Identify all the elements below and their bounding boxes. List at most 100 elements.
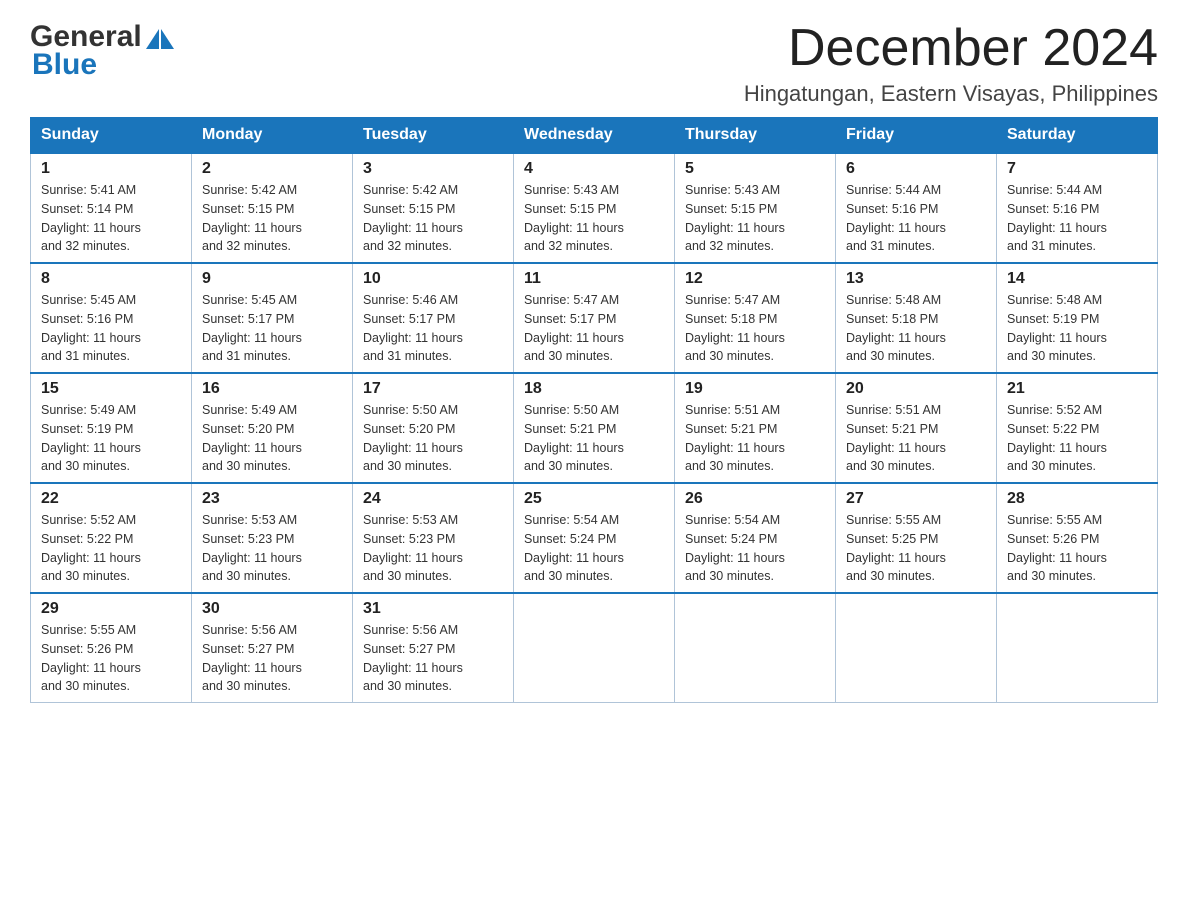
day-info: Sunrise: 5:54 AM Sunset: 5:24 PM Dayligh… <box>524 511 664 586</box>
calendar-cell: 29 Sunrise: 5:55 AM Sunset: 5:26 PM Dayl… <box>31 593 192 703</box>
day-number: 21 <box>1007 380 1147 398</box>
day-number: 1 <box>41 160 181 178</box>
day-info: Sunrise: 5:42 AM Sunset: 5:15 PM Dayligh… <box>202 181 342 256</box>
day-info: Sunrise: 5:51 AM Sunset: 5:21 PM Dayligh… <box>846 401 986 476</box>
day-info: Sunrise: 5:53 AM Sunset: 5:23 PM Dayligh… <box>363 511 503 586</box>
calendar-cell: 19 Sunrise: 5:51 AM Sunset: 5:21 PM Dayl… <box>675 373 836 483</box>
day-number: 8 <box>41 270 181 288</box>
day-info: Sunrise: 5:43 AM Sunset: 5:15 PM Dayligh… <box>685 181 825 256</box>
col-monday: Monday <box>192 118 353 154</box>
day-number: 28 <box>1007 490 1147 508</box>
calendar-cell: 17 Sunrise: 5:50 AM Sunset: 5:20 PM Dayl… <box>353 373 514 483</box>
calendar-cell: 15 Sunrise: 5:49 AM Sunset: 5:19 PM Dayl… <box>31 373 192 483</box>
day-number: 24 <box>363 490 503 508</box>
week-row: 22 Sunrise: 5:52 AM Sunset: 5:22 PM Dayl… <box>31 483 1158 593</box>
calendar-cell: 26 Sunrise: 5:54 AM Sunset: 5:24 PM Dayl… <box>675 483 836 593</box>
col-thursday: Thursday <box>675 118 836 154</box>
day-info: Sunrise: 5:52 AM Sunset: 5:22 PM Dayligh… <box>41 511 181 586</box>
day-number: 23 <box>202 490 342 508</box>
day-info: Sunrise: 5:48 AM Sunset: 5:19 PM Dayligh… <box>1007 291 1147 366</box>
day-info: Sunrise: 5:47 AM Sunset: 5:17 PM Dayligh… <box>524 291 664 366</box>
day-info: Sunrise: 5:50 AM Sunset: 5:21 PM Dayligh… <box>524 401 664 476</box>
day-info: Sunrise: 5:44 AM Sunset: 5:16 PM Dayligh… <box>846 181 986 256</box>
day-number: 19 <box>685 380 825 398</box>
day-info: Sunrise: 5:48 AM Sunset: 5:18 PM Dayligh… <box>846 291 986 366</box>
day-number: 6 <box>846 160 986 178</box>
calendar-cell: 13 Sunrise: 5:48 AM Sunset: 5:18 PM Dayl… <box>836 263 997 373</box>
day-number: 20 <box>846 380 986 398</box>
title-section: December 2024 Hingatungan, Eastern Visay… <box>744 20 1158 107</box>
day-number: 18 <box>524 380 664 398</box>
logo: General Blue <box>30 20 174 80</box>
calendar-cell: 16 Sunrise: 5:49 AM Sunset: 5:20 PM Dayl… <box>192 373 353 483</box>
day-number: 4 <box>524 160 664 178</box>
day-info: Sunrise: 5:45 AM Sunset: 5:16 PM Dayligh… <box>41 291 181 366</box>
day-info: Sunrise: 5:49 AM Sunset: 5:19 PM Dayligh… <box>41 401 181 476</box>
col-sunday: Sunday <box>31 118 192 154</box>
day-number: 29 <box>41 600 181 618</box>
day-number: 25 <box>524 490 664 508</box>
day-number: 12 <box>685 270 825 288</box>
day-number: 3 <box>363 160 503 178</box>
day-info: Sunrise: 5:46 AM Sunset: 5:17 PM Dayligh… <box>363 291 503 366</box>
day-number: 15 <box>41 380 181 398</box>
calendar-cell: 24 Sunrise: 5:53 AM Sunset: 5:23 PM Dayl… <box>353 483 514 593</box>
day-info: Sunrise: 5:56 AM Sunset: 5:27 PM Dayligh… <box>363 621 503 696</box>
day-number: 14 <box>1007 270 1147 288</box>
calendar-cell: 2 Sunrise: 5:42 AM Sunset: 5:15 PM Dayli… <box>192 153 353 263</box>
col-saturday: Saturday <box>997 118 1158 154</box>
calendar-cell: 31 Sunrise: 5:56 AM Sunset: 5:27 PM Dayl… <box>353 593 514 703</box>
col-wednesday: Wednesday <box>514 118 675 154</box>
logo-blue-text: Blue <box>30 50 174 80</box>
calendar-cell: 10 Sunrise: 5:46 AM Sunset: 5:17 PM Dayl… <box>353 263 514 373</box>
calendar-cell: 14 Sunrise: 5:48 AM Sunset: 5:19 PM Dayl… <box>997 263 1158 373</box>
day-info: Sunrise: 5:44 AM Sunset: 5:16 PM Dayligh… <box>1007 181 1147 256</box>
calendar-cell <box>997 593 1158 703</box>
calendar-cell: 6 Sunrise: 5:44 AM Sunset: 5:16 PM Dayli… <box>836 153 997 263</box>
calendar-cell: 28 Sunrise: 5:55 AM Sunset: 5:26 PM Dayl… <box>997 483 1158 593</box>
calendar-cell: 27 Sunrise: 5:55 AM Sunset: 5:25 PM Dayl… <box>836 483 997 593</box>
col-tuesday: Tuesday <box>353 118 514 154</box>
day-number: 30 <box>202 600 342 618</box>
location-title: Hingatungan, Eastern Visayas, Philippine… <box>744 81 1158 107</box>
day-info: Sunrise: 5:51 AM Sunset: 5:21 PM Dayligh… <box>685 401 825 476</box>
day-number: 10 <box>363 270 503 288</box>
page-header: General Blue December 2024 Hingatungan, … <box>30 20 1158 107</box>
calendar-cell: 8 Sunrise: 5:45 AM Sunset: 5:16 PM Dayli… <box>31 263 192 373</box>
calendar-cell: 20 Sunrise: 5:51 AM Sunset: 5:21 PM Dayl… <box>836 373 997 483</box>
week-row: 15 Sunrise: 5:49 AM Sunset: 5:19 PM Dayl… <box>31 373 1158 483</box>
day-number: 17 <box>363 380 503 398</box>
day-number: 31 <box>363 600 503 618</box>
calendar-cell: 1 Sunrise: 5:41 AM Sunset: 5:14 PM Dayli… <box>31 153 192 263</box>
day-info: Sunrise: 5:47 AM Sunset: 5:18 PM Dayligh… <box>685 291 825 366</box>
calendar-cell: 9 Sunrise: 5:45 AM Sunset: 5:17 PM Dayli… <box>192 263 353 373</box>
day-number: 7 <box>1007 160 1147 178</box>
day-number: 27 <box>846 490 986 508</box>
day-info: Sunrise: 5:45 AM Sunset: 5:17 PM Dayligh… <box>202 291 342 366</box>
calendar-cell: 25 Sunrise: 5:54 AM Sunset: 5:24 PM Dayl… <box>514 483 675 593</box>
col-friday: Friday <box>836 118 997 154</box>
calendar-cell: 21 Sunrise: 5:52 AM Sunset: 5:22 PM Dayl… <box>997 373 1158 483</box>
day-info: Sunrise: 5:43 AM Sunset: 5:15 PM Dayligh… <box>524 181 664 256</box>
day-info: Sunrise: 5:42 AM Sunset: 5:15 PM Dayligh… <box>363 181 503 256</box>
day-number: 13 <box>846 270 986 288</box>
day-info: Sunrise: 5:56 AM Sunset: 5:27 PM Dayligh… <box>202 621 342 696</box>
day-info: Sunrise: 5:55 AM Sunset: 5:26 PM Dayligh… <box>1007 511 1147 586</box>
day-number: 11 <box>524 270 664 288</box>
calendar-cell: 18 Sunrise: 5:50 AM Sunset: 5:21 PM Dayl… <box>514 373 675 483</box>
calendar-table: Sunday Monday Tuesday Wednesday Thursday… <box>30 117 1158 703</box>
day-info: Sunrise: 5:50 AM Sunset: 5:20 PM Dayligh… <box>363 401 503 476</box>
month-title: December 2024 <box>744 20 1158 77</box>
calendar-header-row: Sunday Monday Tuesday Wednesday Thursday… <box>31 118 1158 154</box>
calendar-cell <box>836 593 997 703</box>
day-number: 2 <box>202 160 342 178</box>
calendar-cell <box>514 593 675 703</box>
calendar-cell: 23 Sunrise: 5:53 AM Sunset: 5:23 PM Dayl… <box>192 483 353 593</box>
day-number: 9 <box>202 270 342 288</box>
calendar-cell <box>675 593 836 703</box>
week-row: 1 Sunrise: 5:41 AM Sunset: 5:14 PM Dayli… <box>31 153 1158 263</box>
calendar-cell: 11 Sunrise: 5:47 AM Sunset: 5:17 PM Dayl… <box>514 263 675 373</box>
day-number: 26 <box>685 490 825 508</box>
day-info: Sunrise: 5:52 AM Sunset: 5:22 PM Dayligh… <box>1007 401 1147 476</box>
calendar-cell: 30 Sunrise: 5:56 AM Sunset: 5:27 PM Dayl… <box>192 593 353 703</box>
